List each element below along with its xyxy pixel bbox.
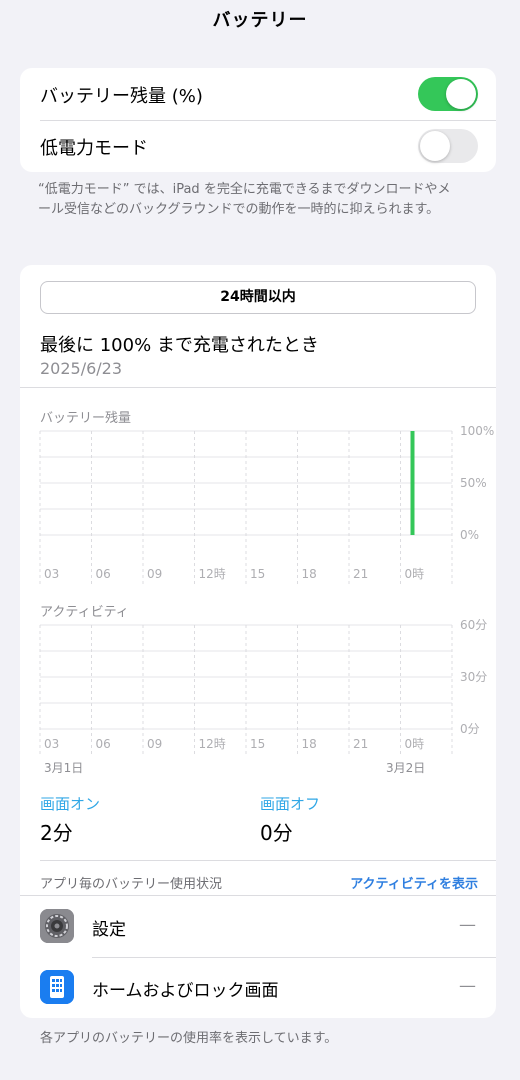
low-power-footnote: “低電力モード” では、iPad を完全に充電できるまでダウンロードやメール受信… bbox=[38, 182, 451, 217]
section-divider bbox=[20, 895, 496, 896]
x-tick-label: 15 bbox=[250, 567, 265, 581]
page-title: バッテリー bbox=[212, 10, 308, 31]
x-tick-label: 09 bbox=[147, 737, 162, 751]
screen-off-label: 画面オフ bbox=[260, 795, 321, 813]
x-tick-label: 12時 bbox=[199, 567, 226, 581]
low-power-row: 低電力モード bbox=[20, 120, 496, 172]
low-power-toggle[interactable] bbox=[418, 129, 478, 163]
x-tick-label: 03 bbox=[44, 737, 59, 751]
app-name: ホームおよびロック画面 bbox=[92, 981, 279, 1001]
data-bar bbox=[410, 431, 415, 535]
battery-level-chart: 100% 50% 0% 03 06 09 12時 15 18 21 0時 bbox=[39, 424, 494, 584]
y-tick-label: 30分 bbox=[460, 670, 487, 684]
y-tick-label: 0分 bbox=[460, 722, 480, 736]
date-label-start: 3月1日 bbox=[44, 761, 84, 775]
x-tick-label: 15 bbox=[250, 737, 265, 751]
x-tick-label: 03 bbox=[44, 567, 59, 581]
x-tick-label: 18 bbox=[302, 737, 317, 751]
y-tick-label: 50% bbox=[460, 476, 487, 490]
low-power-label: 低電力モード bbox=[40, 138, 148, 159]
activity-chart-title: アクティビティ bbox=[40, 605, 129, 620]
toggle-knob bbox=[446, 79, 476, 109]
screen-on-value: 2分 bbox=[40, 821, 73, 845]
app-usage-header: アプリ毎のバッテリー使用状況 bbox=[40, 877, 223, 892]
battery-percent-toggle[interactable] bbox=[418, 77, 478, 111]
x-tick-label: 12時 bbox=[199, 737, 226, 751]
toggle-knob bbox=[420, 131, 450, 161]
date-label-end: 3月2日 bbox=[386, 761, 426, 775]
screen-on-label: 画面オン bbox=[40, 795, 101, 813]
battery-percent-row: バッテリー残量 (%) bbox=[20, 68, 496, 120]
x-tick-label: 0時 bbox=[405, 567, 425, 581]
y-tick-label: 100% bbox=[460, 424, 494, 438]
app-usage-value: — bbox=[459, 915, 476, 935]
x-tick-label: 06 bbox=[96, 737, 111, 751]
settings-gear-icon bbox=[40, 909, 74, 943]
y-tick-label: 60分 bbox=[460, 618, 487, 632]
app-usage-value: — bbox=[459, 976, 476, 996]
y-tick-label: 0% bbox=[460, 528, 479, 542]
x-tick-label: 21 bbox=[353, 567, 368, 581]
x-tick-label: 21 bbox=[353, 737, 368, 751]
battery-settings-group: バッテリー残量 (%) 低電力モード bbox=[20, 68, 496, 172]
x-tick-label: 06 bbox=[96, 567, 111, 581]
app-name: 設定 bbox=[92, 920, 126, 940]
x-tick-label: 18 bbox=[302, 567, 317, 581]
home-lock-screen-icon bbox=[40, 970, 74, 1004]
x-tick-label: 0時 bbox=[405, 737, 425, 751]
battery-percent-label: バッテリー残量 (%) bbox=[40, 86, 203, 107]
app-row-home-lock[interactable]: ホームおよびロック画面 — bbox=[20, 958, 496, 1018]
bottom-note: 各アプリのバッテリーの使用率を表示しています。 bbox=[40, 1031, 338, 1046]
app-row-settings[interactable]: 設定 — bbox=[20, 897, 496, 957]
show-activity-link[interactable]: アクティビティを表示 bbox=[350, 873, 478, 892]
section-divider bbox=[40, 860, 496, 861]
x-tick-label: 09 bbox=[147, 567, 162, 581]
screen-off-value: 0分 bbox=[260, 821, 293, 845]
battery-usage-card: 24時間以内 最後に 100% まで充電されたとき 2025/6/23 バッテリ… bbox=[20, 265, 496, 1018]
